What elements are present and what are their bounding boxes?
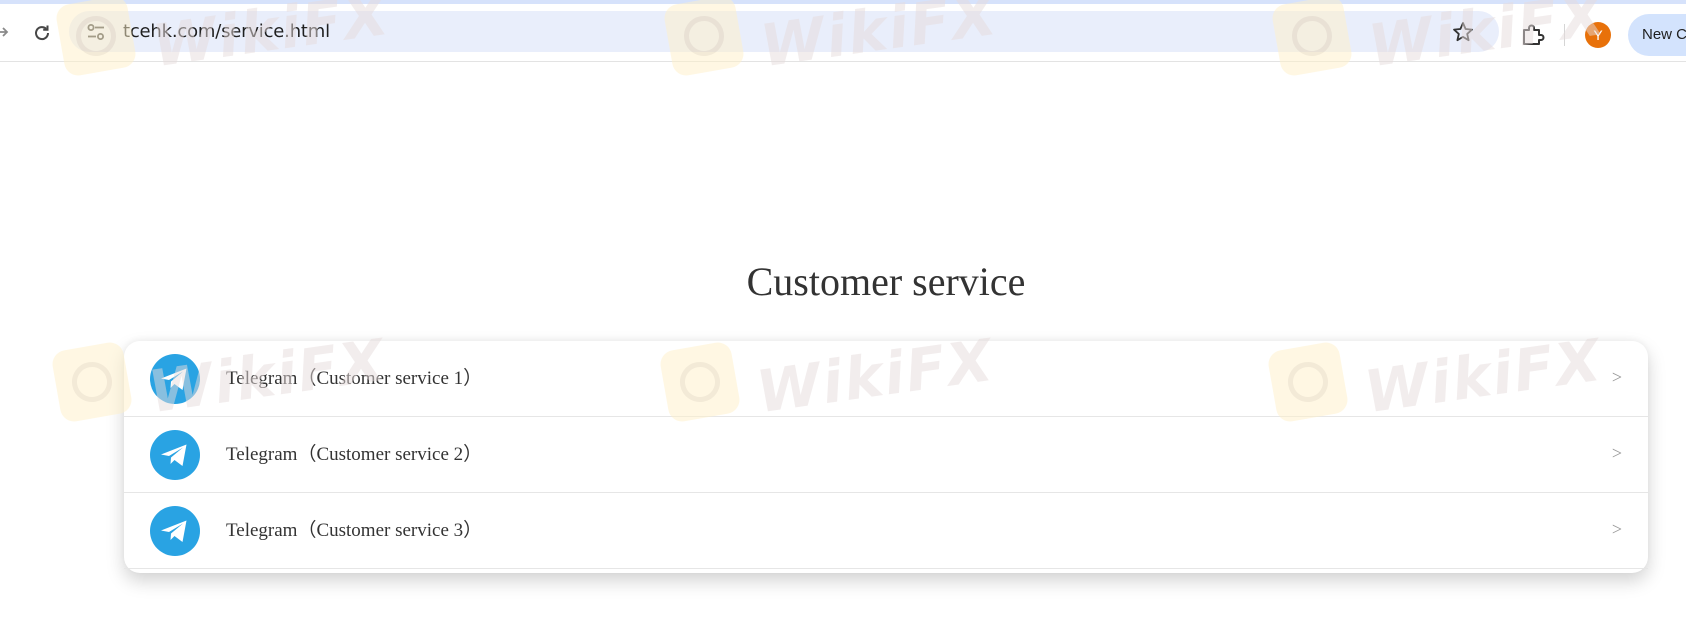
url-text[interactable]: tcehk.com/service.html <box>123 11 330 52</box>
list-item-label: Telegram（Customer service 1） <box>226 368 483 389</box>
telegram-icon <box>150 506 200 556</box>
reload-icon <box>35 25 50 41</box>
page-title: Customer service <box>746 259 1026 304</box>
toolbar-divider <box>1564 24 1565 46</box>
arrow-right-icon[interactable] <box>0 24 10 40</box>
page: tcehk.com/service.html Y New C WikiFX Wi… <box>0 0 1686 640</box>
chevron-right-icon: > <box>1611 519 1622 539</box>
browser-toolbar: tcehk.com/service.html Y New C <box>0 4 1686 62</box>
list-item[interactable]: Telegram（Customer service 1） > <box>124 341 1648 417</box>
list-item[interactable]: Telegram（Customer service 2） > <box>124 417 1648 493</box>
watermark-logo-icon <box>50 340 134 424</box>
puzzle-icon[interactable] <box>1519 22 1545 48</box>
address-bar[interactable]: tcehk.com/service.html <box>69 11 1499 52</box>
star-icon[interactable] <box>1451 20 1475 44</box>
chevron-right-icon: > <box>1611 443 1622 463</box>
list-item-label: Telegram（Customer service 2） <box>226 444 483 465</box>
customer-service-list: Telegram（Customer service 1） > Telegram（… <box>124 341 1648 573</box>
tune-icon[interactable] <box>85 21 107 43</box>
chevron-right-icon: > <box>1611 367 1622 387</box>
telegram-icon <box>150 430 200 480</box>
reload-button[interactable] <box>31 22 53 44</box>
telegram-icon <box>150 354 200 404</box>
list-item[interactable]: Telegram（Customer service 3） > <box>124 493 1648 569</box>
list-item-label: Telegram（Customer service 3） <box>226 520 483 541</box>
profile-avatar[interactable]: Y <box>1585 22 1611 48</box>
new-chrome-chip[interactable]: New C <box>1628 14 1686 56</box>
